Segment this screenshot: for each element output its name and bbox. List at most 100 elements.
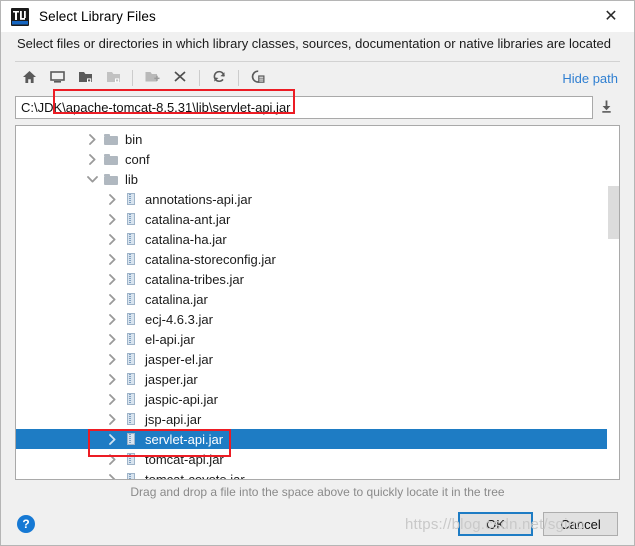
- project-folder-button[interactable]: [71, 65, 99, 91]
- select-library-files-dialog: Select Library Files ✕ Select files or d…: [0, 0, 635, 546]
- project-folder-icon: [78, 70, 93, 87]
- module-folder-icon: [106, 70, 121, 87]
- toolbar-separator-3: [238, 70, 239, 86]
- tree-row[interactable]: tomcat-api.jar: [16, 449, 607, 469]
- dialog-buttons: OK Cancel: [458, 512, 618, 536]
- module-folder-button: [99, 65, 127, 91]
- chevron-right-icon[interactable]: [106, 393, 119, 406]
- tree-row-label: tomcat-coyote.jar: [145, 471, 245, 480]
- chevron-right-icon[interactable]: [106, 373, 119, 386]
- jar-file-icon: [123, 292, 138, 306]
- new-folder-button[interactable]: [138, 65, 166, 91]
- tree-row[interactable]: catalina-ant.jar: [16, 209, 607, 229]
- desktop-button[interactable]: [43, 65, 71, 91]
- jar-file-icon: [123, 332, 138, 346]
- tree-row-label: catalina-tribes.jar: [145, 271, 244, 287]
- chevron-right-icon[interactable]: [86, 153, 99, 166]
- path-row: C:\JDK\apache-tomcat-8.5.31\lib\servlet-…: [15, 96, 620, 119]
- intellij-idea-icon: [11, 7, 29, 26]
- jar-file-icon: [123, 272, 138, 286]
- tree-row[interactable]: catalina-ha.jar: [16, 229, 607, 249]
- tree-row[interactable]: catalina.jar: [16, 289, 607, 309]
- tree-row-label: tomcat-api.jar: [145, 451, 224, 467]
- tree-row[interactable]: jasper.jar: [16, 369, 607, 389]
- tree-row[interactable]: servlet-api.jar: [16, 429, 607, 449]
- tree-row-label: bin: [125, 131, 143, 147]
- drag-drop-hint: Drag and drop a file into the space abov…: [1, 480, 634, 503]
- toolbar-separator-2: [199, 70, 200, 86]
- tree-row[interactable]: conf: [16, 149, 607, 169]
- scrollbar-thumb[interactable]: [608, 186, 619, 239]
- tree-row-label: ecj-4.6.3.jar: [145, 311, 213, 327]
- refresh-icon: [212, 70, 227, 87]
- tree-row-label: servlet-api.jar: [145, 431, 224, 447]
- tree-row-label: catalina.jar: [145, 291, 208, 307]
- home-button[interactable]: [15, 65, 43, 91]
- window-title: Select Library Files: [39, 9, 156, 24]
- chevron-right-icon[interactable]: [106, 273, 119, 286]
- cancel-button[interactable]: Cancel: [543, 512, 618, 536]
- chevron-right-icon[interactable]: [106, 293, 119, 306]
- refresh-button[interactable]: [205, 65, 233, 91]
- jar-file-icon: [123, 432, 138, 446]
- tree-row[interactable]: el-api.jar: [16, 329, 607, 349]
- tree-row[interactable]: annotations-api.jar: [16, 189, 607, 209]
- tree-row-label: annotations-api.jar: [145, 191, 252, 207]
- ok-button[interactable]: OK: [458, 512, 533, 536]
- tree-row[interactable]: catalina-storeconfig.jar: [16, 249, 607, 269]
- home-icon: [22, 70, 37, 87]
- hide-path-link[interactable]: Hide path: [562, 71, 620, 86]
- help-icon[interactable]: ?: [17, 515, 35, 533]
- chevron-right-icon[interactable]: [106, 213, 119, 226]
- jar-file-icon: [123, 372, 138, 386]
- close-icon[interactable]: ✕: [588, 1, 634, 32]
- tree-row[interactable]: bin: [16, 129, 607, 149]
- chevron-right-icon[interactable]: [106, 453, 119, 466]
- chevron-right-icon[interactable]: [106, 473, 119, 479]
- desktop-icon: [49, 70, 65, 87]
- jar-file-icon: [123, 352, 138, 366]
- chevron-right-icon[interactable]: [106, 233, 119, 246]
- jar-file-icon: [123, 192, 138, 206]
- show-hidden-icon: [250, 69, 266, 87]
- file-tree-panel: bin conf lib annotations-api.jar catalina-an…: [15, 125, 620, 480]
- tree-row-label: jaspic-api.jar: [145, 391, 218, 407]
- chevron-right-icon[interactable]: [106, 253, 119, 266]
- delete-button[interactable]: [166, 65, 194, 91]
- tree-row-label: catalina-ant.jar: [145, 211, 231, 227]
- folder-icon: [103, 172, 118, 186]
- folder-icon: [103, 152, 118, 166]
- tree-row[interactable]: jasper-el.jar: [16, 349, 607, 369]
- tree-row-label: jsp-api.jar: [145, 411, 202, 427]
- tree-row-label: jasper-el.jar: [145, 351, 213, 367]
- title-bar: Select Library Files ✕: [1, 1, 634, 32]
- chevron-right-icon[interactable]: [106, 333, 119, 346]
- tree-row[interactable]: lib: [16, 169, 607, 189]
- tree-row-label: conf: [125, 151, 150, 167]
- jar-file-icon: [123, 212, 138, 226]
- chevron-right-icon[interactable]: [106, 353, 119, 366]
- path-drop-button[interactable]: [593, 96, 620, 119]
- path-input[interactable]: C:\JDK\apache-tomcat-8.5.31\lib\servlet-…: [15, 96, 593, 119]
- jar-file-icon: [123, 312, 138, 326]
- tree-row[interactable]: jsp-api.jar: [16, 409, 607, 429]
- folder-icon: [103, 132, 118, 146]
- tree-row[interactable]: ecj-4.6.3.jar: [16, 309, 607, 329]
- chevron-right-icon[interactable]: [86, 133, 99, 146]
- chevron-right-icon[interactable]: [106, 413, 119, 426]
- delete-icon: [173, 70, 187, 86]
- tree-row[interactable]: catalina-tribes.jar: [16, 269, 607, 289]
- toolbar-separator-1: [132, 70, 133, 86]
- show-hidden-files-button[interactable]: [244, 65, 272, 91]
- chevron-right-icon[interactable]: [106, 193, 119, 206]
- chevron-right-icon[interactable]: [106, 433, 119, 446]
- chevron-right-icon[interactable]: [106, 313, 119, 326]
- tree-vertical-scrollbar[interactable]: [607, 126, 619, 479]
- jar-file-icon: [123, 252, 138, 266]
- tree-row[interactable]: jaspic-api.jar: [16, 389, 607, 409]
- tree-row[interactable]: tomcat-coyote.jar: [16, 469, 607, 480]
- jar-file-icon: [123, 412, 138, 426]
- file-tree[interactable]: bin conf lib annotations-api.jar catalina-an…: [16, 126, 607, 479]
- chevron-down-icon[interactable]: [86, 173, 99, 186]
- jar-file-icon: [123, 452, 138, 466]
